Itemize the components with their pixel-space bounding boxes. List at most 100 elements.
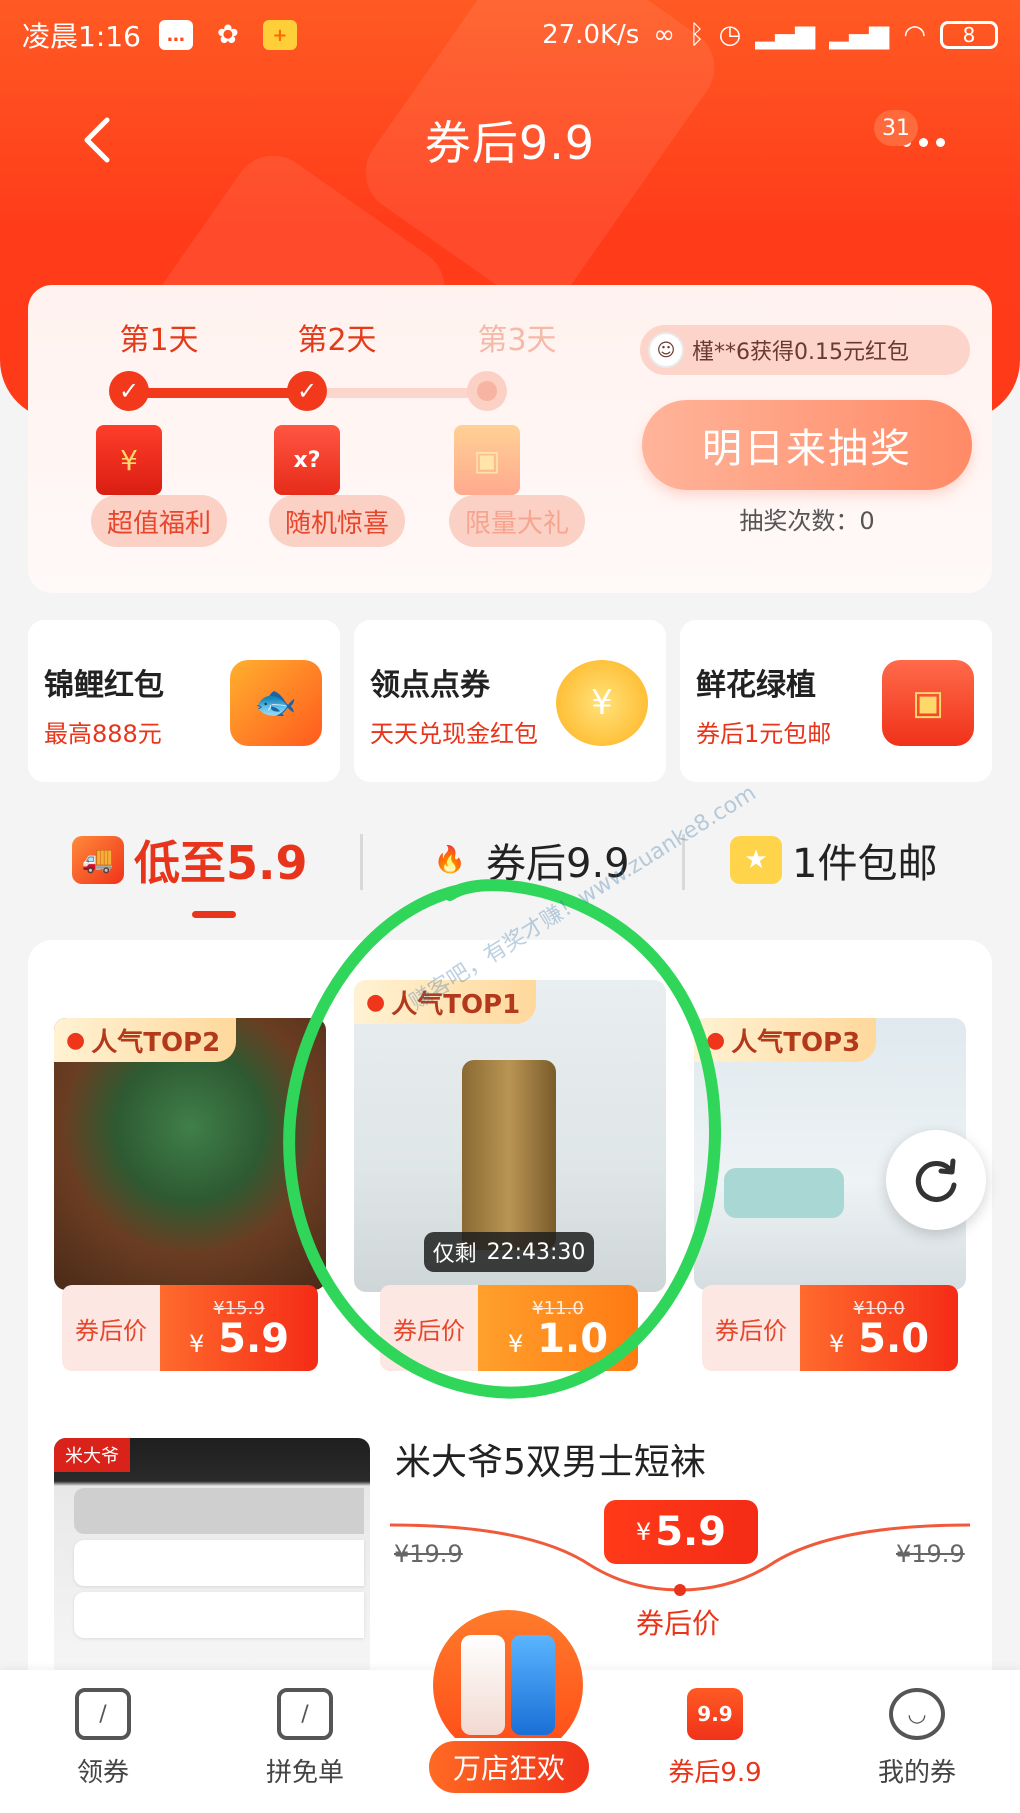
currency-symbol: ¥ <box>188 1329 205 1358</box>
rank-badge: ● 人气TOP1 <box>354 980 537 1024</box>
reward-label[interactable]: 超值福利 <box>91 495 227 547</box>
gift-box-icon: ▣ <box>882 660 974 746</box>
chevron-left-icon <box>84 117 110 163</box>
more-dot <box>918 137 928 147</box>
sock-shape <box>74 1540 364 1586</box>
checkin-card: 第1天 第2天 第3天 ✓ ✓ ¥ x? ▣ 超值福利 随机惊喜 限量大礼 ☺ … <box>28 285 992 593</box>
promo-card-koi[interactable]: 锦鲤红包 最高888元 🐟 <box>28 620 340 782</box>
product-image-socks[interactable]: 米大爷 <box>54 1438 370 1678</box>
gift-box-icon: ▣ <box>454 425 520 495</box>
nav-bar: 券后9.9 31 <box>0 90 1020 190</box>
tab-low-price[interactable]: 🚚 低至5.9 <box>72 820 308 900</box>
battery-icon: 8 <box>940 21 998 49</box>
active-tab-indicator <box>192 911 236 918</box>
price-tag: 券后价 ¥15.9 ¥ 5.9 <box>62 1285 318 1371</box>
surprise-pouch-icon: x? <box>274 425 340 495</box>
detergent-bottle-icon <box>511 1635 555 1735</box>
coupon-price-label: 券后价 <box>702 1285 800 1371</box>
koi-fish-icon: 🐟 <box>230 660 322 746</box>
ticket-stack-icon: / <box>277 1688 333 1740</box>
tab-free-shipping[interactable]: ★ 1件包邮 <box>730 820 937 900</box>
truck-icon: 🚚 <box>72 836 124 884</box>
original-price: ¥15.9 <box>213 1297 265 1319</box>
back-button[interactable] <box>66 110 126 170</box>
rank-badge-label: 人气TOP3 <box>731 1027 861 1058</box>
store-carnival-label[interactable]: 万店狂欢 <box>426 1738 592 1796</box>
original-price: ¥19.9 <box>394 1540 463 1568</box>
page-title: 券后9.9 <box>424 116 596 170</box>
reward-label[interactable]: 限量大礼 <box>449 495 585 547</box>
winner-text: 槿**6获得0.15元红包 <box>692 340 909 365</box>
status-time: 凌晨1:16 <box>22 20 141 53</box>
tab-divider <box>360 834 363 890</box>
wechat-icon: ✿ <box>216 20 239 50</box>
tab-label: 券后9.9 <box>486 841 630 887</box>
nav-item-my-coupons[interactable]: ◡ 我的券 <box>852 1680 982 1800</box>
rank-badge: ● 人气TOP2 <box>54 1018 237 1062</box>
nav-item-coupons[interactable]: / 领券 <box>38 1680 168 1800</box>
original-price: ¥10.0 <box>853 1297 905 1319</box>
nav-label: 拼免单 <box>265 1758 344 1788</box>
currency-symbol: ¥ <box>507 1329 524 1358</box>
reward-label[interactable]: 随机惊喜 <box>269 495 405 547</box>
currency-symbol: ¥ <box>635 1518 652 1546</box>
red-envelope-icon: ¥ <box>96 425 162 495</box>
price-value: ¥11.0 ¥ 1.0 <box>478 1285 638 1371</box>
day-2-label: 第2天 <box>297 323 377 358</box>
rank-badge-label: 人气TOP2 <box>91 1027 221 1058</box>
check-icon: ✓ <box>287 371 327 411</box>
tab-label: 低至5.9 <box>134 836 308 890</box>
original-price: ¥11.0 <box>532 1297 584 1319</box>
countdown-label: 仅剩 <box>432 1242 477 1267</box>
message-icon: … <box>158 20 193 50</box>
status-bar: 凌晨1:16 … ✿ + 27.0K/s ∞ ᛒ ◷ ▂▄▆ ▂▄▆ ◠ 8 <box>0 0 1020 70</box>
sock-shape <box>74 1592 364 1638</box>
signal-icon: ▂▄▆ <box>829 20 890 50</box>
flame-icon: ● <box>706 1027 726 1053</box>
flame-icon: 🔥 <box>433 845 467 875</box>
promo-card-coupon[interactable]: 领点点券 天天兑现金红包 ¥ <box>354 620 666 782</box>
avatar: ☺ <box>648 332 684 368</box>
product-title[interactable]: 米大爷5双男士短袜 <box>395 1433 706 1485</box>
app-notification-icon: + <box>262 20 297 50</box>
winner-ticker: ☺ 槿**6获得0.15元红包 <box>640 325 970 375</box>
day-3-label: 第3天 <box>477 323 557 358</box>
original-price: ¥19.9 <box>896 1540 965 1568</box>
progress-fill <box>124 388 314 398</box>
soap-dish-shape <box>724 1168 844 1218</box>
category-tabs: 🚚 低至5.9 🔥 券后9.9 ★ 1件包邮 <box>0 820 1020 920</box>
price-value: ¥15.9 ¥ 5.9 <box>160 1285 318 1371</box>
battery-level: 8 <box>962 23 976 47</box>
tab-coupon-price[interactable]: 🔥 券后9.9 <box>424 820 630 900</box>
smile-icon: ◡ <box>889 1688 945 1740</box>
price-tag: 券后价 ¥10.0 ¥ 5.0 <box>702 1285 958 1371</box>
rank-badge: ● 人气TOP3 <box>694 1018 877 1062</box>
countdown-time: 22:43:30 <box>486 1239 586 1265</box>
currency-symbol: ¥ <box>828 1329 845 1358</box>
current-price: ¥5.9 <box>604 1500 758 1564</box>
flame-icon: ● <box>66 1027 86 1053</box>
signal-icon: ▂▄▆ <box>755 20 816 50</box>
countdown-timer: 仅剩 22:43:30 <box>424 1232 594 1272</box>
rank-badge-label: 人气TOP1 <box>391 989 521 1020</box>
nav-item-free-order[interactable]: / 拼免单 <box>240 1680 370 1800</box>
more-button[interactable]: 31 <box>874 110 958 172</box>
nav-label: 我的券 <box>877 1758 956 1788</box>
nav-item-coupon-price[interactable]: 9.9 券后9.9 <box>650 1680 780 1800</box>
coupon-9-9-icon: 9.9 <box>687 1688 743 1740</box>
price-amount: 5.9 <box>655 1509 727 1555</box>
coupon-price-label: 券后价 <box>380 1285 478 1371</box>
pending-node-icon <box>467 371 507 411</box>
drink-bottle-icon <box>461 1635 505 1735</box>
check-icon: ✓ <box>109 371 149 411</box>
coupon-price-label: 券后价 <box>62 1285 160 1371</box>
price-amount: 5.0 <box>858 1315 930 1362</box>
lottery-button[interactable]: 明日来抽奖 <box>642 400 972 490</box>
top-product-card[interactable]: ● 人气TOP2 <box>54 1018 326 1290</box>
refresh-button[interactable] <box>886 1130 986 1230</box>
brand-tag: 米大爷 <box>54 1438 130 1472</box>
coupon-coin-icon: ¥ <box>556 660 648 746</box>
sock-shape <box>74 1488 364 1534</box>
star-tag-icon: ★ <box>730 836 782 884</box>
promo-card-flowers[interactable]: 鲜花绿植 券后1元包邮 ▣ <box>680 620 992 782</box>
